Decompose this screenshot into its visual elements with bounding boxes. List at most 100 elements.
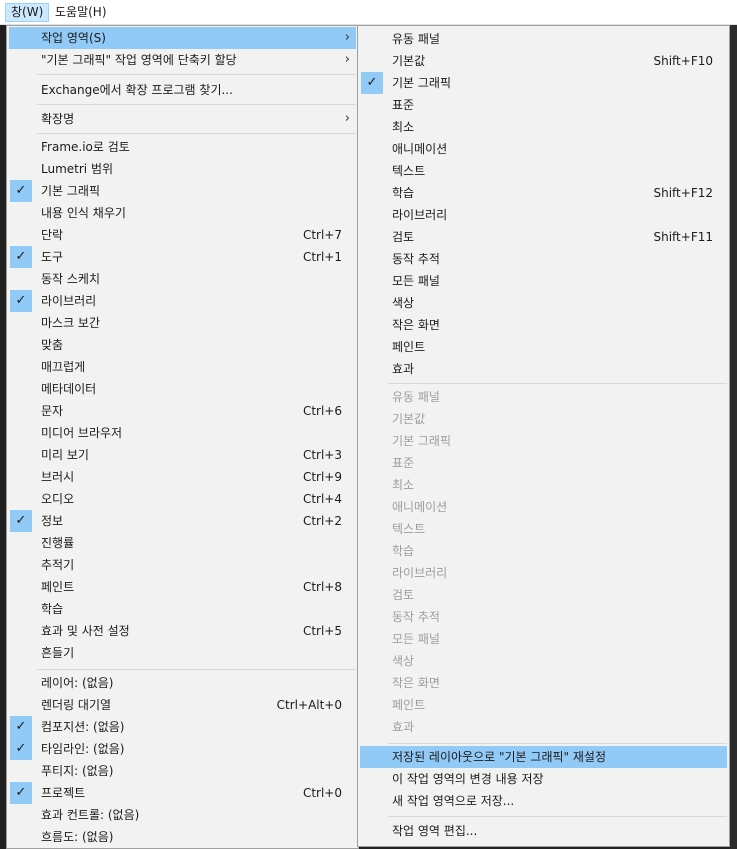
menu-item-label: 마스크 보간	[41, 316, 101, 330]
menu-item[interactable]: ✓ 프로젝트 Ctrl+0	[9, 782, 356, 804]
menu-item-label: 맞춤	[41, 338, 64, 352]
menu-item[interactable]: 작업 영역(S) ›	[9, 27, 356, 49]
menu-item[interactable]: 단락 Ctrl+7	[9, 224, 356, 246]
menu-item[interactable]: 메타데이터	[9, 378, 356, 400]
menu-item[interactable]: ✓ 기본 그래픽	[360, 72, 727, 94]
menu-item-label: 진행률	[41, 536, 75, 550]
menu-item[interactable]: "기본 그래픽" 작업 영역에 단축키 할당 ›	[9, 49, 356, 71]
menu-item[interactable]: 진행률	[9, 532, 356, 554]
menu-item-disabled: 색상	[360, 650, 727, 672]
menu-item-label: 동작 추적	[392, 610, 440, 624]
menu-item-label: 타임라인: (없음)	[41, 742, 125, 756]
menu-item-disabled: 검토	[360, 584, 727, 606]
menu-item-label: 프로젝트	[41, 786, 86, 800]
menu-item-label: 최소	[392, 120, 415, 134]
menu-item[interactable]: 유동 패널	[360, 28, 727, 50]
menu-item-disabled: 텍스트	[360, 518, 727, 540]
menu-item[interactable]: Lumetri 범위	[9, 158, 356, 180]
menu-item-label: 페인트	[41, 580, 75, 594]
menu-item[interactable]: 매끄럽게	[9, 356, 356, 378]
menu-item[interactable]: 새 작업 영역으로 저장...	[360, 790, 727, 812]
menu-item[interactable]: 렌더링 대기열 Ctrl+Alt+0	[9, 694, 356, 716]
menu-item[interactable]: 문자 Ctrl+6	[9, 400, 356, 422]
menu-item-label: 동작 스케치	[41, 272, 101, 286]
menu-item[interactable]: 텍스트	[360, 160, 727, 182]
menu-item[interactable]: 브러시 Ctrl+9	[9, 466, 356, 488]
menu-item[interactable]: 라이브러리	[360, 204, 727, 226]
checkmark-icon: ✓	[10, 180, 32, 202]
window-menu-dropdown: 작업 영역(S) › "기본 그래픽" 작업 영역에 단축키 할당 › Exchange…	[6, 25, 359, 849]
menu-item[interactable]: 미리 보기 Ctrl+3	[9, 444, 356, 466]
menu-item[interactable]: ✓ 컴포지션: (없음)	[9, 716, 356, 738]
menu-item[interactable]: 마스크 보간	[9, 312, 356, 334]
menu-item[interactable]: 효과 및 사전 설정 Ctrl+5	[9, 620, 356, 642]
menu-item[interactable]: 색상	[360, 292, 727, 314]
menu-item[interactable]: 학습 Shift+F12	[360, 182, 727, 204]
menu-item[interactable]: 동작 스케치	[9, 268, 356, 290]
menu-item-label: 렌더링 대기열	[41, 698, 112, 712]
menu-item-disabled: 모든 패널	[360, 628, 727, 650]
menu-item[interactable]: 최소	[360, 116, 727, 138]
menu-item[interactable]: 학습	[9, 598, 356, 620]
menu-item[interactable]: ✓ 정보 Ctrl+2	[9, 510, 356, 532]
menu-window[interactable]: 창(W)	[5, 3, 50, 22]
menu-item-shortcut: Shift+F10	[653, 54, 713, 68]
submenu-arrow-icon: ›	[344, 30, 350, 45]
menu-separator	[37, 104, 356, 105]
menu-item-disabled: 페인트	[360, 694, 727, 716]
menu-item[interactable]: 미디어 브라우저	[9, 422, 356, 444]
menu-item[interactable]: 페인트	[360, 336, 727, 358]
menu-item-label: 표준	[392, 456, 415, 470]
menu-item[interactable]: 애니메이션	[360, 138, 727, 160]
menu-item[interactable]: ✓ 기본 그래픽	[9, 180, 356, 202]
menu-item[interactable]: 검토 Shift+F11	[360, 226, 727, 248]
menu-item[interactable]: 흐름도: (없음)	[9, 826, 356, 848]
menu-item[interactable]: 페인트 Ctrl+8	[9, 576, 356, 598]
menu-item[interactable]: 레이어: (없음)	[9, 672, 356, 694]
menu-item-disabled: 동작 추적	[360, 606, 727, 628]
menu-item[interactable]: 작은 화면	[360, 314, 727, 336]
menu-item-disabled: 유동 패널	[360, 386, 727, 408]
menu-item[interactable]: 흔들기	[9, 642, 356, 664]
menu-item-shortcut: Ctrl+Alt+0	[276, 698, 342, 712]
menu-item[interactable]: 내용 인식 채우기	[9, 202, 356, 224]
menu-item[interactable]: 표준	[360, 94, 727, 116]
menu-item-label: 저장된 레이아웃으로 "기본 그래픽" 재설정	[392, 750, 606, 764]
menu-help[interactable]: 도움말(H)	[50, 3, 112, 22]
menu-item[interactable]: 저장된 레이아웃으로 "기본 그래픽" 재설정	[360, 746, 727, 768]
menu-item-label: 흔들기	[41, 646, 75, 660]
checkmark-icon: ✓	[10, 246, 32, 268]
menu-item[interactable]: 추적기	[9, 554, 356, 576]
menu-item[interactable]: 확장명 ›	[9, 108, 356, 130]
menu-item-shortcut: Ctrl+6	[302, 404, 342, 418]
menu-item-label: Lumetri 범위	[41, 162, 114, 176]
menu-item[interactable]: 작업 영역 편집...	[360, 820, 727, 842]
menu-item-label: 효과	[392, 720, 415, 734]
menu-item[interactable]: Exchange에서 확장 프로그램 찾기...	[9, 79, 356, 101]
menu-item-label: 효과 및 사전 설정	[41, 624, 130, 638]
menu-item[interactable]: 동작 추적	[360, 248, 727, 270]
menu-item-label: 새 작업 영역으로 저장...	[392, 794, 515, 808]
menu-item-shortcut: Ctrl+7	[302, 228, 342, 242]
menu-item[interactable]: 기본값 Shift+F10	[360, 50, 727, 72]
menu-item[interactable]: 효과 컨트롤: (없음)	[9, 804, 356, 826]
menu-item-label: 기본 그래픽	[392, 434, 452, 448]
menu-item-label: Exchange에서 확장 프로그램 찾기...	[41, 83, 233, 97]
menu-item-disabled: 기본값	[360, 408, 727, 430]
menu-item[interactable]: 맞춤	[9, 334, 356, 356]
menu-item-label: 작업 영역 편집...	[392, 824, 478, 838]
menu-item-label: 학습	[41, 602, 64, 616]
menu-item-label: 페인트	[392, 340, 426, 354]
menu-item-label: 라이브러리	[392, 208, 448, 222]
menu-item[interactable]: ✓ 타임라인: (없음)	[9, 738, 356, 760]
menu-item[interactable]: 모든 패널	[360, 270, 727, 292]
menu-item[interactable]: Frame.io로 검토	[9, 136, 356, 158]
menu-item[interactable]: 이 작업 영역의 변경 내용 저장	[360, 768, 727, 790]
menu-item[interactable]: 효과	[360, 358, 727, 380]
menu-item[interactable]: 오디오 Ctrl+4	[9, 488, 356, 510]
menu-item-shortcut: Ctrl+0	[302, 786, 342, 800]
menu-item[interactable]: ✓ 도구 Ctrl+1	[9, 246, 356, 268]
menu-item[interactable]: ✓ 라이브러리	[9, 290, 356, 312]
menu-item[interactable]: 푸티지: (없음)	[9, 760, 356, 782]
menu-item-label: 유동 패널	[392, 390, 440, 404]
